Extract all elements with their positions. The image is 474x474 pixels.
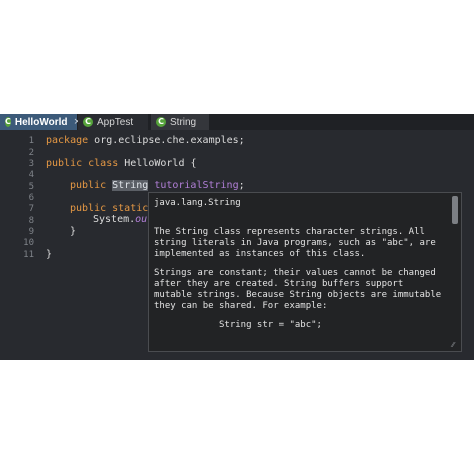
code-text: ; xyxy=(238,180,245,191)
code-line-1: package org.eclipse.che.examples; xyxy=(46,135,245,146)
code-line-9: } xyxy=(70,226,76,237)
code-text: org.eclipse.che.examples; xyxy=(88,135,245,146)
class-icon: C xyxy=(83,117,93,127)
line-number: 6 xyxy=(28,193,34,203)
code-line-5: public String tutorialString; xyxy=(70,180,245,191)
field-name: tutorialString xyxy=(154,180,239,191)
javadoc-text: they can be shared. For example: xyxy=(154,301,328,311)
javadoc-text: implemented as instances of this class. xyxy=(154,249,366,259)
tab-helloworld[interactable]: C HelloWorld × xyxy=(0,114,81,130)
code-text: } xyxy=(70,226,77,237)
javadoc-text: after they are created. String buffers s… xyxy=(154,279,404,289)
editor-tab-bar: C HelloWorld × C AppTest C String xyxy=(0,114,474,130)
static-field: ou xyxy=(135,214,148,225)
line-number: 4 xyxy=(28,170,34,180)
line-number: 9 xyxy=(28,227,34,237)
hovered-type-string[interactable]: String xyxy=(112,180,149,191)
keyword: public static xyxy=(70,203,149,214)
keyword: public xyxy=(70,180,107,191)
line-number-gutter: 1 2 3 4 5 6 7 8 9 10 11 xyxy=(0,130,40,360)
code-text: HelloWorld { xyxy=(118,158,197,169)
code-text: } xyxy=(46,249,53,260)
line-number: 7 xyxy=(28,204,34,214)
javadoc-text: The String class represents character st… xyxy=(154,227,425,237)
javadoc-text: string literals in Java programs, such a… xyxy=(154,238,436,248)
code-line-11: } xyxy=(46,249,52,260)
line-number: 5 xyxy=(28,182,34,192)
javadoc-code-example: String str = "abc"; xyxy=(219,320,322,330)
tab-label: HelloWorld xyxy=(14,116,68,128)
line-number: 1 xyxy=(28,136,34,146)
tab-apptest[interactable]: C AppTest xyxy=(78,114,148,130)
javadoc-tooltip[interactable]: java.lang.String The String class repres… xyxy=(148,192,462,352)
keyword: package xyxy=(46,135,89,146)
code-line-3: public class HelloWorld { xyxy=(46,158,197,169)
line-number: 3 xyxy=(28,159,34,169)
scrollbar-thumb[interactable] xyxy=(452,196,458,224)
code-editor[interactable]: C HelloWorld × C AppTest C String 1 2 3 … xyxy=(0,114,474,360)
line-number: 11 xyxy=(23,250,34,260)
line-number: 2 xyxy=(28,148,34,158)
keyword: public class xyxy=(46,158,119,169)
tab-label: String xyxy=(170,116,197,128)
line-number: 10 xyxy=(23,238,34,248)
code-line-8: System.ou xyxy=(93,214,147,225)
javadoc-title: java.lang.String xyxy=(154,198,241,208)
tab-label: AppTest xyxy=(97,116,134,128)
code-line-7: public static xyxy=(70,203,148,214)
line-number: 8 xyxy=(28,216,34,226)
code-text: System. xyxy=(93,214,136,225)
javadoc-text: mutable strings. Because String objects … xyxy=(154,290,442,300)
tab-string[interactable]: C String xyxy=(151,114,209,130)
javadoc-text: Strings are constant; their values canno… xyxy=(154,268,436,278)
class-icon: C xyxy=(156,117,166,127)
class-icon: C xyxy=(5,117,11,127)
resize-handle-icon[interactable]: ⁄⁄ xyxy=(452,342,459,349)
